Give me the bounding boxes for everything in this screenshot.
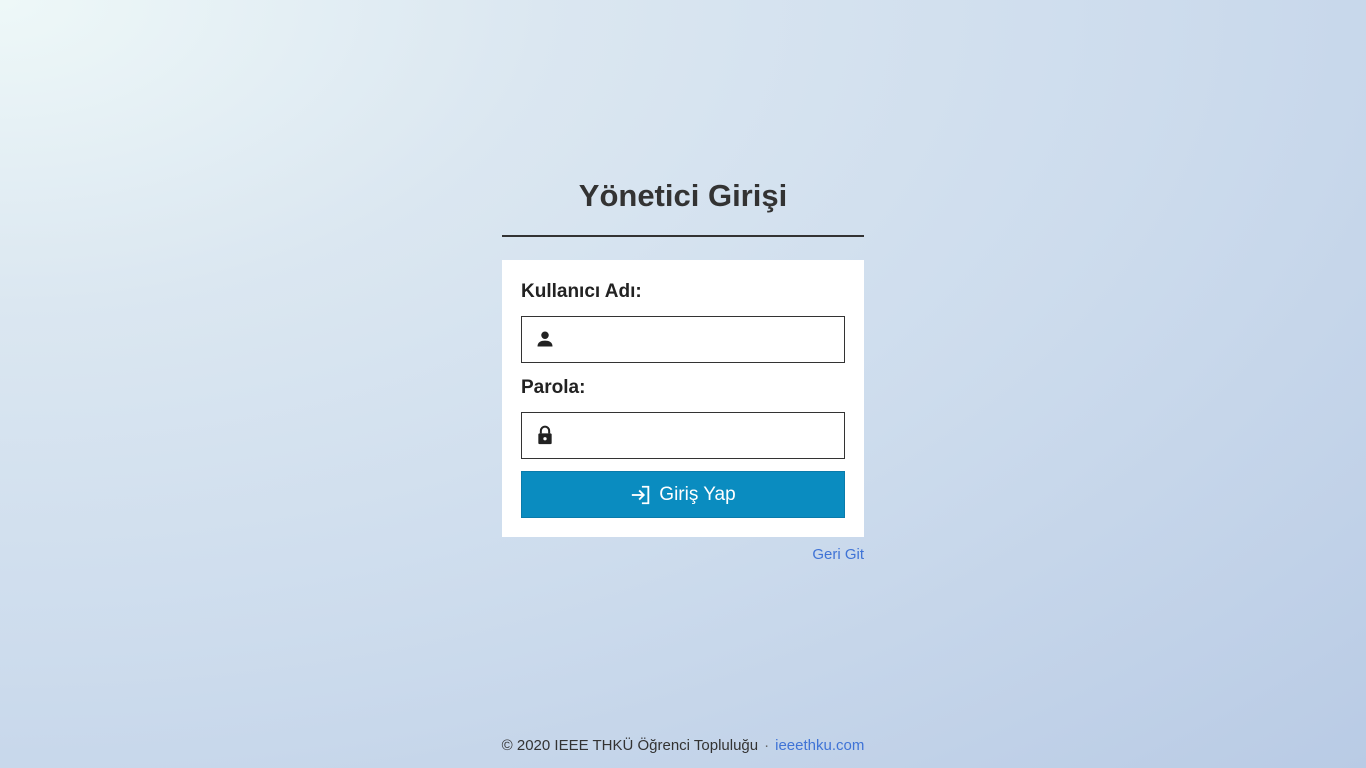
password-field[interactable] bbox=[521, 412, 845, 459]
username-field[interactable] bbox=[521, 316, 845, 363]
password-label: Parola: bbox=[521, 377, 586, 398]
back-link[interactable]: Geri Git bbox=[764, 545, 864, 565]
person-icon bbox=[537, 331, 553, 347]
lock-icon bbox=[538, 425, 552, 445]
footer: © 2020 IEEE THKÜ Öğrenci Topluluğu · ieeet… bbox=[0, 736, 1366, 756]
login-button-label: Giriş Yap bbox=[659, 483, 736, 505]
footer-site-link[interactable]: ieeethku.com bbox=[775, 737, 864, 754]
login-arrow-icon bbox=[632, 485, 650, 504]
password-input[interactable] bbox=[566, 413, 838, 458]
username-input[interactable] bbox=[566, 317, 838, 362]
login-button[interactable]: Giriş Yap bbox=[521, 471, 845, 518]
footer-separator: · bbox=[764, 737, 770, 754]
title-divider bbox=[502, 235, 864, 237]
page-title: Yönetici Girişi bbox=[578, 178, 788, 213]
username-label: Kullanıcı Adı: bbox=[521, 281, 642, 302]
footer-copyright: © 2020 IEEE THKÜ Öğrenci Topluluğu bbox=[501, 737, 759, 754]
login-card: Kullanıcı Adı: Parola: Giriş Yap bbox=[502, 260, 864, 537]
